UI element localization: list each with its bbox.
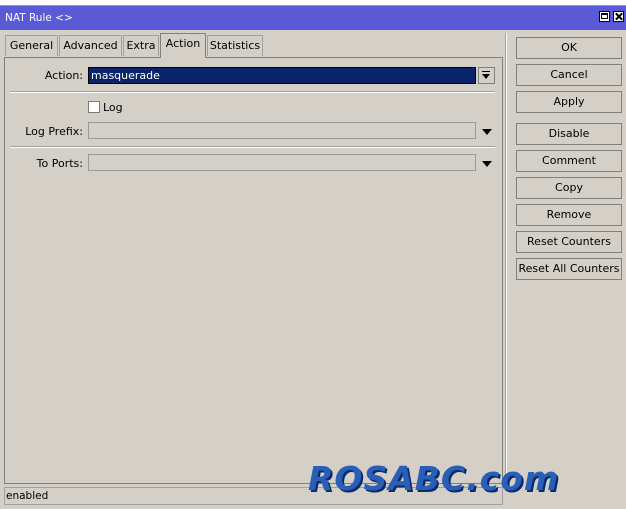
tab-action[interactable]: Action <box>160 33 206 58</box>
copy-button[interactable]: Copy <box>516 177 622 199</box>
reset-counters-button[interactable]: Reset Counters <box>516 231 622 253</box>
window-titlebar[interactable]: NAT Rule <> <box>0 6 626 30</box>
divider <box>10 146 495 148</box>
apply-button[interactable]: Apply <box>516 91 622 113</box>
reset-all-counters-button[interactable]: Reset All Counters <box>516 258 622 280</box>
cancel-button[interactable]: Cancel <box>516 64 622 86</box>
maximize-icon[interactable] <box>599 11 610 22</box>
to-ports-input[interactable] <box>88 154 476 171</box>
tab-advanced[interactable]: Advanced <box>59 35 122 56</box>
tab-statistics[interactable]: Statistics <box>207 35 263 56</box>
window-title: NAT Rule <> <box>5 12 73 24</box>
to-ports-label: To Ports: <box>36 157 83 170</box>
log-checkbox[interactable] <box>88 101 100 113</box>
log-prefix-dropdown-icon[interactable] <box>482 127 494 137</box>
close-icon[interactable] <box>613 11 624 22</box>
remove-button[interactable]: Remove <box>516 204 622 226</box>
comment-button[interactable]: Comment <box>516 150 622 172</box>
ok-button[interactable]: OK <box>516 37 622 59</box>
log-prefix-input[interactable] <box>88 122 476 139</box>
log-prefix-label: Log Prefix: <box>25 125 83 138</box>
action-select[interactable]: masquerade <box>88 67 476 84</box>
divider <box>10 91 495 93</box>
vertical-divider <box>505 33 507 491</box>
tab-general[interactable]: General <box>5 35 58 56</box>
action-label: Action: <box>44 69 83 82</box>
action-dropdown-icon[interactable] <box>478 67 495 84</box>
tab-extra[interactable]: Extra <box>123 35 159 56</box>
disable-button[interactable]: Disable <box>516 123 622 145</box>
watermark-logo: ROSABC.com <box>308 459 560 498</box>
log-label: Log <box>103 101 123 114</box>
to-ports-dropdown-icon[interactable] <box>482 159 494 169</box>
